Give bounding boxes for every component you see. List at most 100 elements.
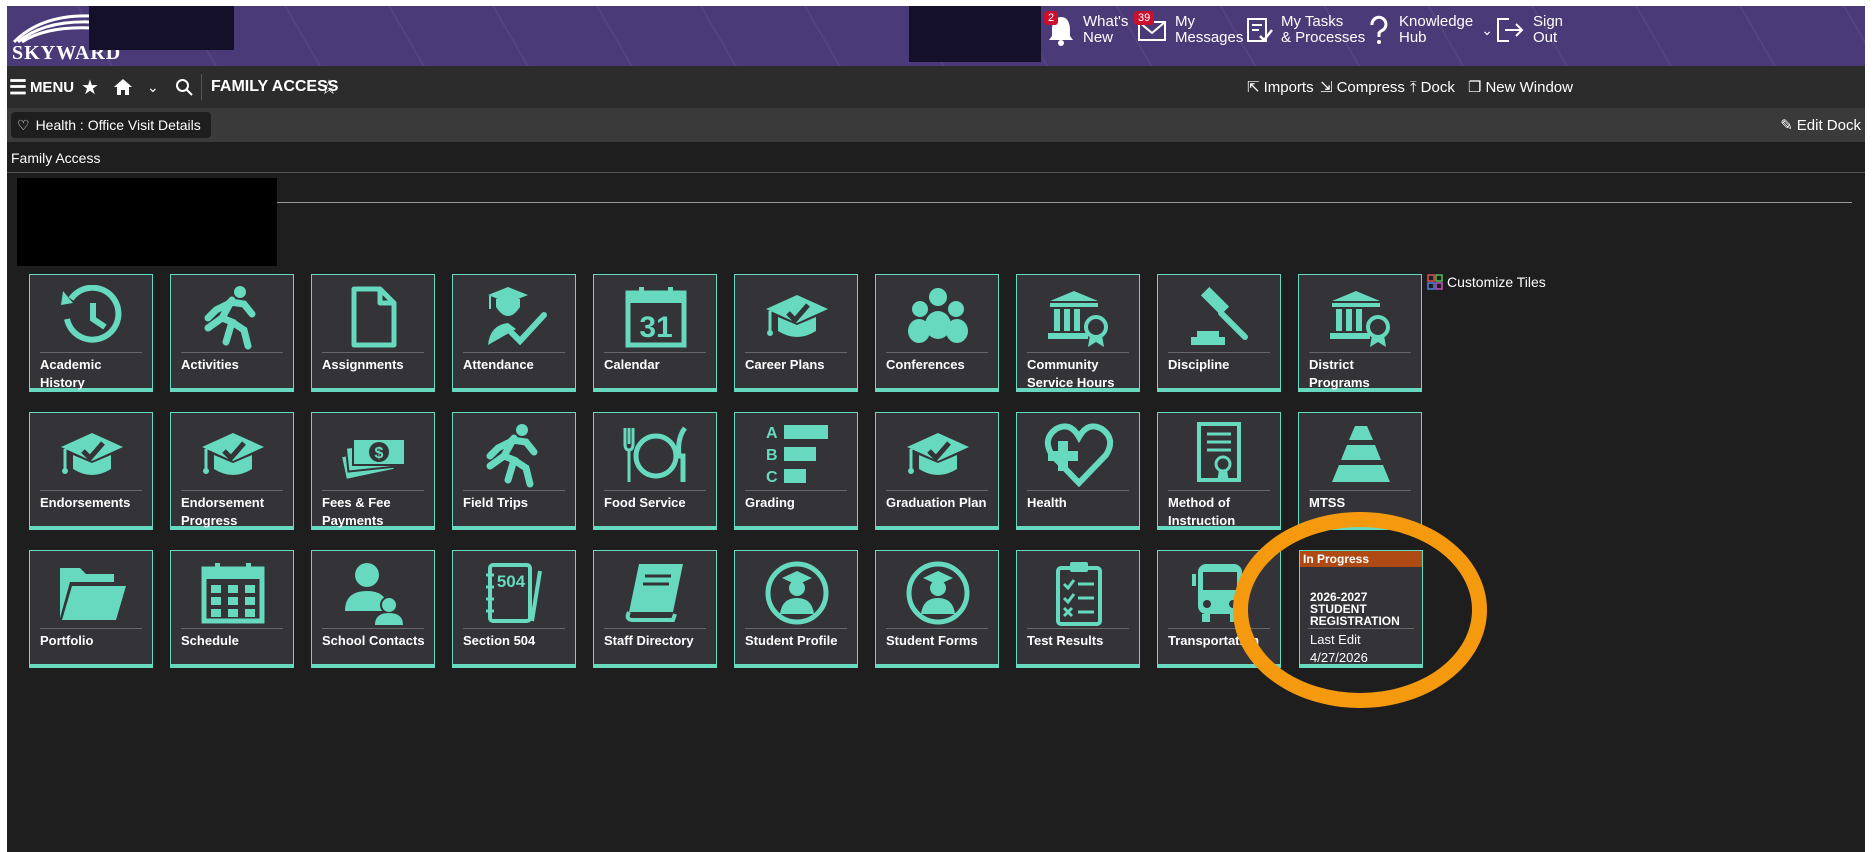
dollar-sign: $ <box>375 445 384 462</box>
tile-label: Career Plans <box>745 357 825 372</box>
tile-label: Community Service Hours <box>1027 357 1115 390</box>
dock-button[interactable]: ⤒ Dock <box>1410 66 1455 108</box>
tile-schedule[interactable]: Schedule <box>170 550 294 668</box>
runner-icon <box>486 424 538 488</box>
plate-utensils-icon <box>623 426 688 482</box>
tile-label: Portfolio <box>40 633 94 648</box>
tile-attendance[interactable]: Attendance <box>452 274 576 392</box>
tile-student-profile[interactable]: Student Profile <box>734 550 858 668</box>
tile-community-service-hours[interactable]: Community Service Hours <box>1016 274 1140 392</box>
tile-label: Method of Instruction <box>1168 495 1236 528</box>
edit-icon: ✎ <box>1780 117 1793 134</box>
tile-health[interactable]: Health <box>1016 412 1140 530</box>
section-number: 504 <box>497 572 526 591</box>
header-label: Knowledge <box>1399 13 1474 30</box>
tile-fees[interactable]: $ Fees & Fee Payments <box>311 412 435 530</box>
new-window-label: New Window <box>1485 78 1573 96</box>
edit-dock-button[interactable]: ✎ Edit Dock <box>1780 112 1861 138</box>
hamburger-icon: ☰ <box>9 76 27 99</box>
grade-letter: B <box>766 447 778 464</box>
tile-endorsement-progress[interactable]: Endorsement Progress <box>170 412 294 530</box>
tile-label: Field Trips <box>463 495 529 510</box>
chevron-down-icon[interactable]: ⌄ <box>147 66 159 108</box>
gavel-icon <box>1191 286 1248 345</box>
tile-label: MTSS <box>1309 495 1346 510</box>
tile-label: District Programs <box>1309 357 1370 390</box>
notebook-icon: 504 <box>486 563 542 623</box>
tile-label: Endorsements <box>40 495 131 510</box>
tile-label: Discipline <box>1168 357 1230 372</box>
schedule-calendar-icon <box>201 563 265 624</box>
my-tasks-button[interactable]: My Tasks & Processes <box>1245 14 1365 46</box>
search-icon[interactable] <box>175 66 193 108</box>
tile-discipline[interactable]: Discipline <box>1157 274 1281 392</box>
grade-letter: A <box>766 425 778 442</box>
new-window-button[interactable]: ❐ New Window <box>1468 66 1573 108</box>
tile-staff-directory[interactable]: Staff Directory <box>593 550 717 668</box>
dock-bar: ♡ Health : Office Visit Details ✎ Edit D… <box>7 108 1865 142</box>
chevron-down-icon[interactable]: ⌄ <box>1481 22 1493 39</box>
app-frame: SKYWARD 2 What's New 39 My Messages My T… <box>7 6 1865 852</box>
header-label: Hub <box>1399 29 1427 46</box>
customize-tiles-label: Customize Tiles <box>1447 274 1546 290</box>
tab-health-office-visit[interactable]: ♡ Health : Office Visit Details <box>11 112 211 138</box>
sign-out-button[interactable]: Sign Out <box>1495 14 1563 46</box>
question-icon <box>1370 15 1388 44</box>
grad-cap-check-icon <box>766 295 828 337</box>
divider <box>277 202 1852 203</box>
tile-test-results[interactable]: Test Results <box>1016 550 1140 668</box>
menu-button[interactable]: ☰ MENU <box>9 66 74 108</box>
logo-arcs-icon <box>12 14 93 44</box>
tile-portfolio[interactable]: Portfolio <box>29 550 153 668</box>
imports-button[interactable]: ⇱ Imports <box>1247 66 1314 108</box>
customize-tiles-button[interactable]: Customize Tiles <box>1427 274 1546 290</box>
grad-cap-check-icon <box>61 433 123 475</box>
tile-conferences[interactable]: Conferences <box>875 274 999 392</box>
tile-career-plans[interactable]: Career Plans <box>734 274 858 392</box>
dock-label: Dock <box>1420 78 1455 96</box>
redacted-area <box>89 6 234 50</box>
compress-button[interactable]: ⇲ Compress <box>1320 66 1405 108</box>
nav-bar: ☰ MENU ★ ⌄ FAMILY ACCESS ☆ ⇱ Imports ⇲ Com… <box>7 66 1865 109</box>
tile-student-forms[interactable]: Student Forms <box>875 550 999 668</box>
whats-new-button[interactable]: 2 What's New <box>1044 11 1128 46</box>
tile-activities[interactable]: Activities <box>170 274 294 392</box>
tile-method-of-instruction[interactable]: Method of Instruction <box>1157 412 1281 530</box>
tile-academic-history[interactable]: Academic History <box>29 274 153 392</box>
dock-icon: ⤒ <box>1410 78 1417 96</box>
favorites-star-icon[interactable]: ★ <box>81 66 99 108</box>
tile-section-504[interactable]: 504 Section 504 <box>452 550 576 668</box>
notification-badge: 39 <box>1134 11 1155 25</box>
tile-grading[interactable]: A B C Grading <box>734 412 858 530</box>
tile-district-programs[interactable]: District Programs <box>1298 274 1422 392</box>
sign-out-icon <box>1497 18 1524 42</box>
tile-endorsements[interactable]: Endorsements <box>29 412 153 530</box>
top-header: SKYWARD 2 What's New 39 My Messages My T… <box>7 6 1865 66</box>
heart-icon: ♡ <box>17 116 30 133</box>
pyramid-icon <box>1332 426 1390 482</box>
tile-school-contacts[interactable]: School Contacts <box>311 550 435 668</box>
tasks-icon <box>1247 18 1273 42</box>
tile-label: Schedule <box>181 633 239 648</box>
imports-label: Imports <box>1263 78 1314 96</box>
home-icon[interactable] <box>113 66 133 108</box>
tile-label: Section 504 <box>463 633 536 648</box>
graduate-check-icon <box>488 287 547 346</box>
tile-label: Endorsement Progress <box>181 495 265 528</box>
tile-food-service[interactable]: Food Service <box>593 412 717 530</box>
tile-label: Food Service <box>604 495 686 510</box>
notification-badge: 2 <box>1044 11 1059 25</box>
tile-field-trips[interactable]: Field Trips <box>452 412 576 530</box>
tile-assignments[interactable]: Assignments <box>311 274 435 392</box>
knowledge-hub-button[interactable]: Knowledge Hub ⌄ <box>1367 14 1493 46</box>
contacts-icon <box>345 563 403 625</box>
tile-graduation-plan[interactable]: Graduation Plan <box>875 412 999 530</box>
my-messages-button[interactable]: 39 My Messages <box>1134 11 1243 46</box>
certificate-icon <box>1197 422 1241 482</box>
tile-calendar[interactable]: 31 Calendar <box>593 274 717 392</box>
header-label: My Tasks <box>1281 13 1344 30</box>
favorite-star-outline-icon[interactable]: ☆ <box>320 66 338 108</box>
divider <box>7 172 1865 173</box>
header-label: Sign <box>1533 13 1564 30</box>
header-label: Out <box>1533 29 1558 46</box>
